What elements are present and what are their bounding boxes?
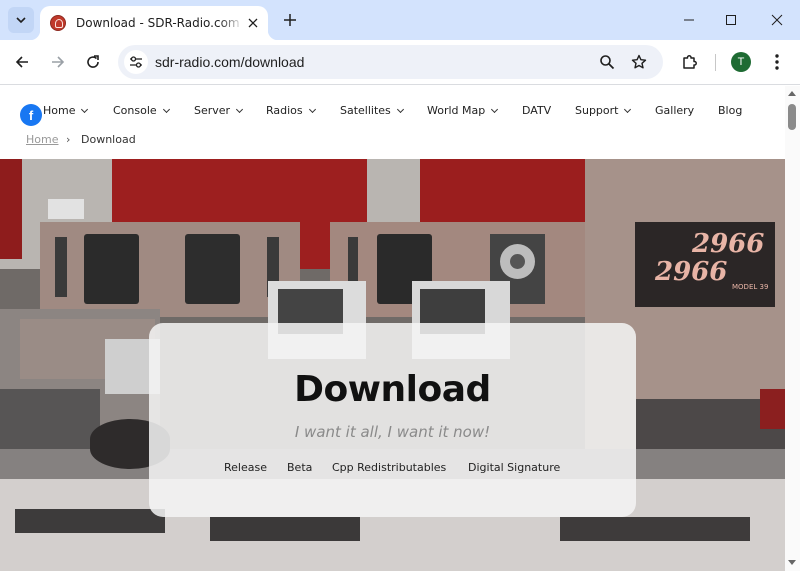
browser-toolbar: sdr-radio.com/download T: [0, 40, 800, 85]
panel-logo-bottom: 2966: [655, 257, 728, 287]
nav-label: Blog: [718, 104, 743, 117]
chevron-down-icon: [81, 105, 89, 113]
close-window-button[interactable]: [754, 0, 800, 40]
chevron-down-icon: [236, 105, 244, 113]
chevron-down-icon: [308, 105, 316, 113]
address-bar[interactable]: sdr-radio.com/download: [118, 45, 663, 79]
forward-button[interactable]: [44, 48, 72, 76]
maximize-button[interactable]: [708, 0, 754, 40]
kebab-icon: [775, 54, 779, 70]
nav-world-map[interactable]: World Map: [427, 104, 499, 117]
nav-server[interactable]: Server: [194, 104, 244, 117]
minimize-icon: [684, 19, 694, 21]
nav-label: Server: [194, 104, 231, 117]
maximize-icon: [726, 15, 736, 25]
nav-support[interactable]: Support: [575, 104, 632, 117]
sdr-radio-favicon-icon: [50, 15, 66, 31]
arrow-right-icon: [52, 56, 65, 68]
close-icon: [248, 18, 258, 28]
panel-logo-top: 2966: [692, 229, 765, 259]
plus-icon: [284, 14, 296, 26]
page-subtitle: I want it all, I want it now!: [294, 423, 491, 441]
nav-label: Console: [113, 104, 157, 117]
nav-label: Radios: [266, 104, 303, 117]
cpp-redistributables-link[interactable]: Cpp Redistributables: [332, 461, 446, 474]
chevron-down-icon: [491, 105, 499, 113]
toolbar-separator: [715, 54, 716, 71]
tab-strip: Download - SDR-Radio.com - SDR: [0, 0, 800, 40]
page-scrollbar[interactable]: [785, 86, 800, 571]
chevron-down-icon: [16, 17, 26, 24]
extensions-button[interactable]: [676, 48, 704, 76]
tune-icon: [130, 56, 142, 68]
nav-label: Satellites: [340, 104, 391, 117]
minimize-button[interactable]: [666, 0, 712, 40]
nav-label: Gallery: [655, 104, 695, 117]
panel-logo-caption: MODEL 39: [732, 283, 769, 291]
nav-radios[interactable]: Radios: [266, 104, 316, 117]
release-link[interactable]: Release: [224, 461, 267, 474]
nav-label: World Map: [427, 104, 486, 117]
active-tab[interactable]: Download - SDR-Radio.com - SDR: [30, 6, 278, 40]
profile-avatar[interactable]: T: [731, 52, 751, 72]
new-tab-button[interactable]: [278, 8, 302, 32]
url-text[interactable]: sdr-radio.com/download: [155, 54, 304, 70]
chevron-down-icon: [162, 105, 170, 113]
breadcrumb-separator: ›: [66, 133, 71, 146]
nav-satellites[interactable]: Satellites: [340, 104, 404, 117]
star-icon: [631, 54, 647, 69]
arrow-left-icon: [15, 56, 28, 68]
site-info-button[interactable]: [124, 50, 148, 74]
chevron-down-icon: [624, 105, 632, 113]
reload-icon: [87, 55, 99, 68]
page-title: Download: [294, 369, 491, 410]
magnifier-icon: [600, 55, 615, 70]
web-page: f Home Console Server Radios Satellites …: [0, 86, 785, 571]
nav-label: DATV: [522, 104, 552, 117]
puzzle-icon: [683, 55, 697, 69]
nav-label: Home: [43, 104, 76, 117]
zoom-button[interactable]: [597, 52, 617, 72]
nav-console[interactable]: Console: [113, 104, 170, 117]
chevron-down-icon: [396, 105, 404, 113]
tab-close-button[interactable]: [244, 14, 262, 32]
bookmark-button[interactable]: [629, 52, 649, 72]
nav-home[interactable]: Home: [43, 104, 89, 117]
nav-blog[interactable]: Blog: [718, 104, 742, 117]
breadcrumb-home-link[interactable]: Home: [26, 133, 58, 146]
nav-label: Support: [575, 104, 619, 117]
scroll-up-arrow-icon[interactable]: [788, 91, 796, 96]
reload-button[interactable]: [79, 48, 107, 76]
nav-datv[interactable]: DATV: [522, 104, 551, 117]
breadcrumb-current: Download: [81, 133, 136, 146]
back-button[interactable]: [8, 48, 36, 76]
digital-signature-link[interactable]: Digital Signature: [468, 461, 560, 474]
close-icon: [771, 14, 783, 26]
browser-menu-button[interactable]: [763, 48, 791, 76]
tab-title: Download - SDR-Radio.com - SDR: [76, 16, 244, 30]
scroll-thumb[interactable]: [788, 104, 796, 130]
beta-link[interactable]: Beta: [287, 461, 312, 474]
download-hero-card: Download I want it all, I want it now! R…: [149, 323, 636, 517]
facebook-icon[interactable]: f: [20, 104, 42, 126]
scroll-down-arrow-icon[interactable]: [788, 560, 796, 565]
nav-gallery[interactable]: Gallery: [655, 104, 694, 117]
